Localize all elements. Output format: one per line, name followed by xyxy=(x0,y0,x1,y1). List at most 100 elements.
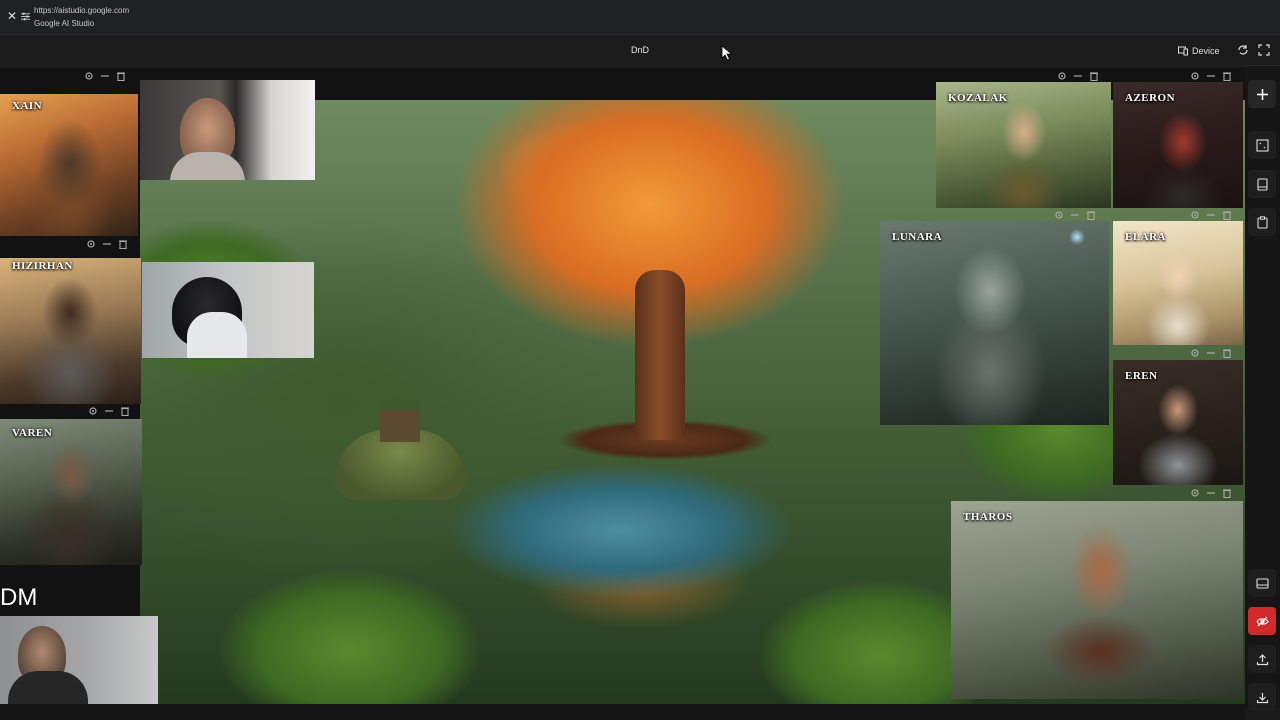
dm-shirt xyxy=(8,671,88,704)
hide-icon xyxy=(1255,616,1269,626)
character-name-kozalak: KOZALAK xyxy=(948,92,1008,104)
minimize-icon[interactable] xyxy=(100,71,110,81)
settings-icon[interactable] xyxy=(88,406,98,416)
panel-controls xyxy=(1190,70,1232,82)
character-panel-varen[interactable]: VAREN xyxy=(0,419,142,565)
tablet-icon xyxy=(1256,177,1268,191)
settings-icon[interactable] xyxy=(84,71,94,81)
settings-icon[interactable] xyxy=(86,239,96,249)
minimize-icon[interactable] xyxy=(1070,210,1080,220)
add-button[interactable] xyxy=(1248,80,1276,108)
site-name: Google AI Studio xyxy=(34,19,95,28)
add-icon xyxy=(1256,88,1268,100)
character-name-lunara: LUNARA xyxy=(892,231,943,243)
delete-icon[interactable] xyxy=(116,71,126,81)
portrait-lunara xyxy=(880,221,1109,425)
download-button[interactable] xyxy=(1248,683,1276,711)
character-panel-xain[interactable]: XAIN xyxy=(0,94,138,236)
minimize-icon[interactable] xyxy=(104,406,114,416)
settings-icon[interactable] xyxy=(1190,488,1200,498)
delete-icon[interactable] xyxy=(120,406,130,416)
grid-select-button[interactable] xyxy=(1248,131,1276,159)
character-name-xain: XAIN xyxy=(12,100,43,112)
clipboard-button[interactable] xyxy=(1248,208,1276,236)
delete-icon[interactable] xyxy=(1222,210,1232,220)
fullscreen-icon[interactable] xyxy=(1258,44,1270,56)
delete-icon[interactable] xyxy=(1086,210,1096,220)
minimize-icon[interactable] xyxy=(1206,210,1216,220)
tune-icon[interactable] xyxy=(21,12,30,21)
download-icon xyxy=(1256,692,1268,703)
delete-icon[interactable] xyxy=(1222,71,1232,81)
character-name-elara: ELARA xyxy=(1125,231,1167,243)
foliage xyxy=(220,570,480,704)
game-stage: XAIN HIZIRHAN VAREN DM KOZALAK AZERON LU… xyxy=(0,68,1280,704)
device-button[interactable]: Device xyxy=(1178,43,1220,59)
clipboard-icon xyxy=(1256,215,1268,229)
settings-icon[interactable] xyxy=(1190,71,1200,81)
turtle-hut xyxy=(380,400,420,442)
panel-controls xyxy=(1054,209,1096,221)
portrait-varen xyxy=(0,419,142,565)
portrait-tharos xyxy=(951,501,1243,699)
dm-label: DM xyxy=(0,584,38,611)
character-name-azeron: AZERON xyxy=(1125,92,1176,104)
minimize-icon[interactable] xyxy=(1206,71,1216,81)
portrait-xain xyxy=(0,94,138,236)
upload-icon xyxy=(1256,653,1268,665)
delete-icon[interactable] xyxy=(1222,348,1232,358)
panel-controls xyxy=(1190,487,1232,499)
video-feed-player-1[interactable] xyxy=(140,80,315,180)
tablet-button[interactable] xyxy=(1248,170,1276,198)
delete-icon[interactable] xyxy=(1222,488,1232,498)
settings-icon[interactable] xyxy=(1190,348,1200,358)
character-panel-lunara[interactable]: LUNARA xyxy=(880,221,1109,425)
minimize-icon[interactable] xyxy=(1206,348,1216,358)
character-name-eren: EREN xyxy=(1125,370,1158,382)
video-feed-dm[interactable] xyxy=(0,616,158,704)
character-panel-kozalak[interactable]: KOZALAK xyxy=(936,82,1111,208)
device-icon xyxy=(1178,46,1188,56)
character-panel-eren[interactable]: EREN xyxy=(1113,360,1243,485)
minimize-icon[interactable] xyxy=(1206,488,1216,498)
minimize-icon[interactable] xyxy=(1073,71,1083,81)
url-text[interactable]: https://aistudio.google.com xyxy=(34,6,129,15)
settings-icon[interactable] xyxy=(1054,210,1064,220)
mouse-cursor-icon xyxy=(721,45,733,61)
video-feed-player-2[interactable] xyxy=(142,262,314,358)
character-name-hizirhan: HIZIRHAN xyxy=(12,260,73,272)
character-name-varen: VAREN xyxy=(12,427,53,439)
device-label: Device xyxy=(1192,46,1220,56)
settings-icon[interactable] xyxy=(1190,210,1200,220)
settings-icon[interactable] xyxy=(1057,71,1067,81)
minimize-icon[interactable] xyxy=(102,239,112,249)
panel-button[interactable] xyxy=(1248,569,1276,597)
delete-icon[interactable] xyxy=(118,239,128,249)
portrait-hizirhan xyxy=(0,258,141,404)
panel-controls xyxy=(86,238,128,250)
delete-icon[interactable] xyxy=(1089,71,1099,81)
page-title: DnD xyxy=(630,45,649,55)
player-shirt xyxy=(187,312,247,358)
character-name-tharos: THAROS xyxy=(963,511,1013,523)
app-window: ✕ https://aistudio.google.com Google AI … xyxy=(0,0,1280,720)
hide-button[interactable] xyxy=(1248,607,1276,635)
panel-controls xyxy=(84,70,126,82)
tree-trunk xyxy=(635,270,685,440)
browser-bar: ✕ https://aistudio.google.com Google AI … xyxy=(0,0,1280,35)
panel-icon xyxy=(1255,577,1269,589)
refresh-icon[interactable] xyxy=(1237,44,1249,56)
panel-controls xyxy=(88,405,130,417)
close-icon[interactable]: ✕ xyxy=(6,10,18,22)
character-panel-elara[interactable]: ELARA xyxy=(1113,221,1243,345)
panel-controls xyxy=(1190,209,1232,221)
panel-controls xyxy=(1190,347,1232,359)
character-panel-azeron[interactable]: AZERON xyxy=(1113,82,1243,208)
character-panel-tharos[interactable]: THAROS xyxy=(951,501,1243,699)
upload-button[interactable] xyxy=(1248,645,1276,673)
character-panel-hizirhan[interactable]: HIZIRHAN xyxy=(0,258,141,404)
bottom-bar xyxy=(0,704,1245,720)
panel-controls xyxy=(1057,70,1099,82)
app-header: DnD Device xyxy=(0,36,1280,66)
player-shirt xyxy=(170,152,245,180)
